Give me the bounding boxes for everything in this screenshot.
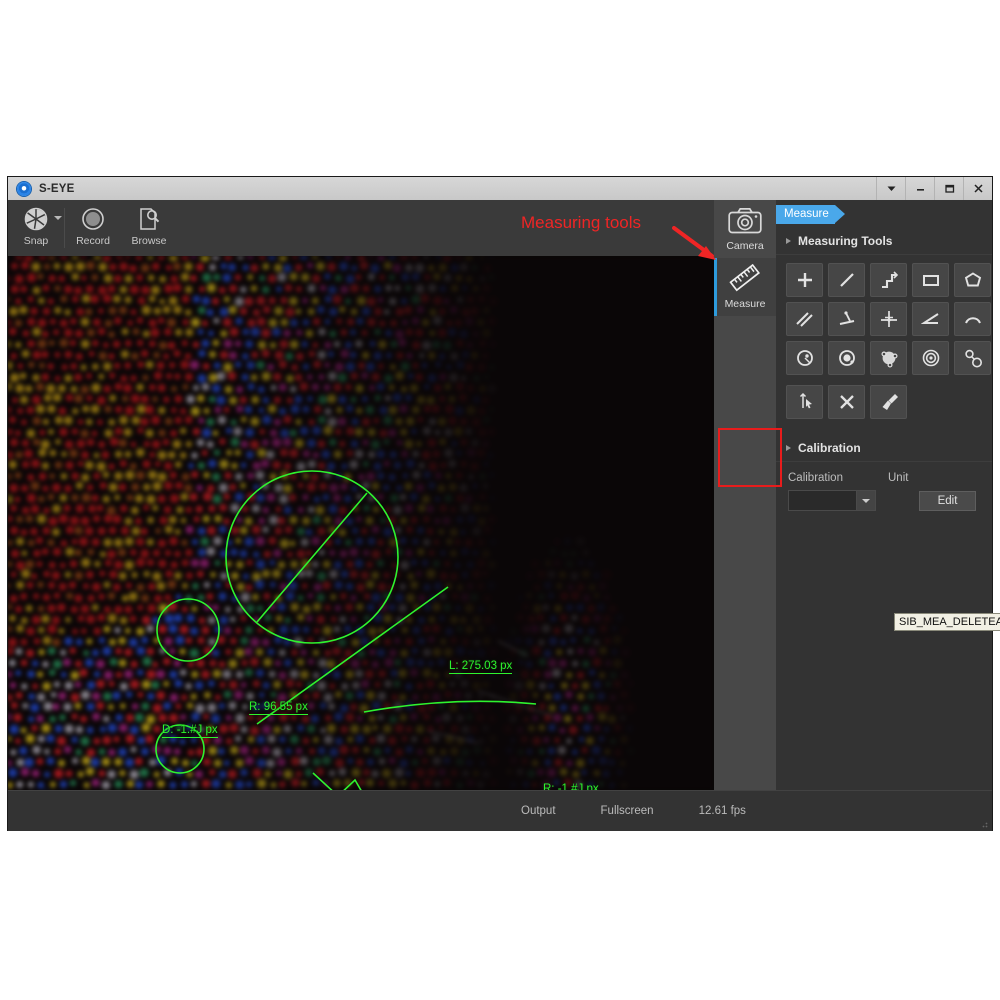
- shape-small-circle-1: [156, 598, 220, 662]
- concentric-circles-tool-button[interactable]: [912, 341, 949, 375]
- red-arrow-icon: [672, 226, 716, 260]
- rail-item-measure[interactable]: Measure: [714, 258, 776, 316]
- edit-button[interactable]: Edit: [919, 490, 976, 511]
- ruler-icon: [729, 263, 761, 297]
- angle-tool-button[interactable]: [912, 302, 949, 336]
- polyline-tool-button[interactable]: [870, 263, 907, 297]
- delete-all-tool-button[interactable]: [870, 385, 907, 419]
- chevron-right-icon: [786, 445, 791, 451]
- measurement-label: R: -1.#J px: [543, 783, 599, 790]
- snap-label: Snap: [23, 235, 49, 247]
- calibration-labels-row: Calibration Unit: [788, 472, 980, 484]
- title-bar: S-EYE: [8, 177, 992, 201]
- snap-button[interactable]: Snap: [8, 200, 64, 256]
- circle-radius-icon: [838, 350, 855, 366]
- shape-arc-1: [363, 700, 537, 713]
- point-tool-button[interactable]: [786, 263, 823, 297]
- maximize-icon[interactable]: [934, 177, 963, 200]
- rail-item-measure-label: Measure: [724, 298, 766, 310]
- close-icon[interactable]: [963, 177, 992, 200]
- two-circles-tool-button[interactable]: [954, 341, 991, 375]
- circle-three-point-icon: [880, 351, 898, 368]
- parallel-lines-icon: [795, 312, 813, 327]
- circle-center-tool-button[interactable]: [786, 341, 823, 375]
- rectangle-icon: [922, 275, 939, 286]
- delete-tool-button[interactable]: [828, 385, 865, 419]
- move-select-tool-button[interactable]: [786, 385, 823, 419]
- breadcrumb-measure[interactable]: Measure: [776, 204, 845, 224]
- circle-dot-icon: [796, 350, 813, 366]
- unit-field-label: Unit: [888, 472, 909, 484]
- circle-radius-tool-button[interactable]: [828, 341, 865, 375]
- calibration-body: Calibration Unit Edit: [776, 462, 992, 511]
- polygon-tool-button[interactable]: [954, 263, 991, 297]
- crosshair-icon: [880, 311, 897, 327]
- shape-big-circle-radius: [256, 492, 368, 623]
- chevron-right-icon: [786, 238, 791, 244]
- polyline-step-icon: [881, 271, 898, 289]
- angle-icon: [920, 313, 939, 324]
- status-bar: Output Fullscreen 12.61 fps: [8, 790, 992, 831]
- two-circles-icon: [964, 349, 982, 368]
- parallel-lines-tool-button[interactable]: [786, 302, 823, 336]
- arc-icon: [964, 317, 981, 324]
- minimize-icon[interactable]: [905, 177, 934, 200]
- measurement-label: D: -1.#J px: [162, 724, 218, 738]
- plus-icon: [797, 273, 812, 287]
- calibration-controls-row: Edit: [788, 490, 980, 511]
- move-cursor-icon: [799, 392, 812, 409]
- camera-icon: [728, 207, 762, 239]
- x-delete-icon: [839, 395, 854, 409]
- measurement-label: R: 96.55 px: [249, 701, 308, 715]
- measuring-tools-grid: [776, 255, 992, 379]
- circle-3point-tool-button[interactable]: [870, 341, 907, 375]
- diagonal-line-icon: [839, 273, 854, 287]
- right-panel: Measure Measuring Tools Calibration Cali…: [776, 200, 992, 790]
- measurement-label: L: 275.03 px: [449, 660, 513, 674]
- image-viewport[interactable]: R: 96.55 px L: 275.03 px D: -1.#J px R: …: [8, 256, 714, 790]
- section-header-measuring-tools[interactable]: Measuring Tools: [776, 228, 992, 255]
- action-tools-grid: [776, 379, 992, 429]
- chevron-down-icon[interactable]: [856, 491, 875, 510]
- shape-polyline-1: [312, 772, 362, 790]
- breadcrumb: Measure: [776, 204, 845, 224]
- arc-tool-button[interactable]: [954, 302, 991, 336]
- pentagon-icon: [964, 272, 981, 287]
- status-fps: 12.61 fps: [698, 805, 746, 817]
- section-title: Measuring Tools: [798, 234, 893, 248]
- browse-label: Browse: [131, 235, 167, 247]
- window-controls: [876, 177, 992, 200]
- browse-folder-icon: [136, 205, 162, 233]
- chevron-down-icon[interactable]: [54, 216, 62, 220]
- annotation-text: Measuring tools: [521, 213, 642, 232]
- chevron-down-icon[interactable]: [876, 177, 905, 200]
- app-logo-icon: [17, 181, 31, 196]
- mode-rail: Camera Measure: [714, 200, 776, 790]
- record-label: Record: [76, 235, 110, 247]
- window-title: S-EYE: [39, 182, 75, 195]
- measurement-overlay: [155, 470, 537, 790]
- point-to-line-icon: [839, 311, 854, 325]
- calibration-field-label: Calibration: [788, 472, 843, 484]
- section-header-calibration[interactable]: Calibration: [776, 435, 992, 462]
- rectangle-tool-button[interactable]: [912, 263, 949, 297]
- record-circle-icon: [80, 205, 106, 233]
- section-title: Calibration: [798, 441, 861, 455]
- status-fullscreen[interactable]: Fullscreen: [601, 805, 654, 817]
- line-tool-button[interactable]: [828, 263, 865, 297]
- broom-icon: [882, 394, 898, 410]
- record-button[interactable]: Record: [65, 200, 121, 256]
- browse-button[interactable]: Browse: [121, 200, 177, 256]
- calibration-select[interactable]: [788, 490, 876, 511]
- status-output[interactable]: Output: [521, 805, 556, 817]
- distance-point-line-tool-button[interactable]: [828, 302, 865, 336]
- concentric-circles-icon: [922, 349, 939, 367]
- crosshair-tool-button[interactable]: [870, 302, 907, 336]
- seye-application-window: S-EYE Snap Record Browse R: 96.55 px L: …: [8, 177, 1000, 831]
- aperture-icon: [23, 205, 49, 233]
- tooltip: SIB_MEA_DELETEALL: [894, 613, 1000, 631]
- resize-grip-icon[interactable]: [978, 818, 988, 828]
